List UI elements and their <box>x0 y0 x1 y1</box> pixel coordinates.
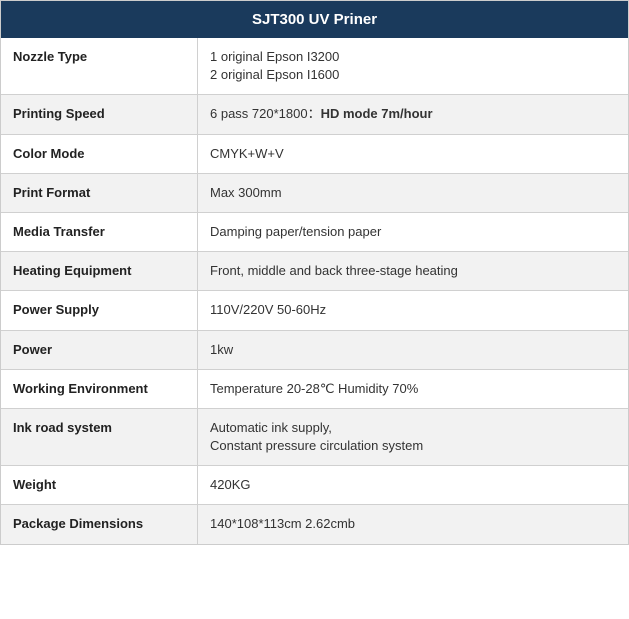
row-label-media-transfer: Media Transfer <box>1 213 198 251</box>
row-value-media-transfer: Damping paper/tension paper <box>198 213 628 251</box>
row-label-power-supply: Power Supply <box>1 291 198 329</box>
table-header: SJT300 UV Priner <box>1 1 628 38</box>
row-label-nozzle-type: Nozzle Type <box>1 38 198 94</box>
table-row: Heating Equipment Front, middle and back… <box>1 252 628 291</box>
row-label-color-mode: Color Mode <box>1 135 198 173</box>
row-label-package-dimensions: Package Dimensions <box>1 505 198 543</box>
table-row: Working Environment Temperature 20-28℃ H… <box>1 370 628 409</box>
row-value-heating-equipment: Front, middle and back three-stage heati… <box>198 252 628 290</box>
row-label-weight: Weight <box>1 466 198 504</box>
row-value-nozzle-type: 1 original Epson I32002 original Epson I… <box>198 38 628 94</box>
table-row: Printing Speed 6 pass 720*1800：HD mode 7… <box>1 95 628 134</box>
table-row: Weight 420KG <box>1 466 628 505</box>
row-value-color-mode: CMYK+W+V <box>198 135 628 173</box>
row-value-package-dimensions: 140*108*113cm 2.62cmb <box>198 505 628 543</box>
row-value-weight: 420KG <box>198 466 628 504</box>
table-row: Print Format Max 300mm <box>1 174 628 213</box>
table-row: Media Transfer Damping paper/tension pap… <box>1 213 628 252</box>
table-row: Package Dimensions 140*108*113cm 2.62cmb <box>1 505 628 543</box>
table-title: SJT300 UV Priner <box>252 11 377 28</box>
row-label-ink-road-system: Ink road system <box>1 409 198 465</box>
row-value-printing-speed: 6 pass 720*1800：HD mode 7m/hour <box>198 95 628 133</box>
row-value-ink-road-system: Automatic ink supply,Constant pressure c… <box>198 409 628 465</box>
table-row: Power Supply 110V/220V 50-60Hz <box>1 291 628 330</box>
row-label-power: Power <box>1 331 198 369</box>
printing-speed-highlight: HD mode 7m/hour <box>321 106 433 121</box>
table-row: Nozzle Type 1 original Epson I32002 orig… <box>1 38 628 95</box>
row-value-print-format: Max 300mm <box>198 174 628 212</box>
row-value-power: 1kw <box>198 331 628 369</box>
row-label-printing-speed: Printing Speed <box>1 95 198 133</box>
table-row: Ink road system Automatic ink supply,Con… <box>1 409 628 466</box>
row-label-working-environment: Working Environment <box>1 370 198 408</box>
row-label-heating-equipment: Heating Equipment <box>1 252 198 290</box>
table-row: Color Mode CMYK+W+V <box>1 135 628 174</box>
table-row: Power 1kw <box>1 331 628 370</box>
spec-table: SJT300 UV Priner Nozzle Type 1 original … <box>0 0 629 545</box>
row-value-working-environment: Temperature 20-28℃ Humidity 70% <box>198 370 628 408</box>
row-value-power-supply: 110V/220V 50-60Hz <box>198 291 628 329</box>
row-label-print-format: Print Format <box>1 174 198 212</box>
